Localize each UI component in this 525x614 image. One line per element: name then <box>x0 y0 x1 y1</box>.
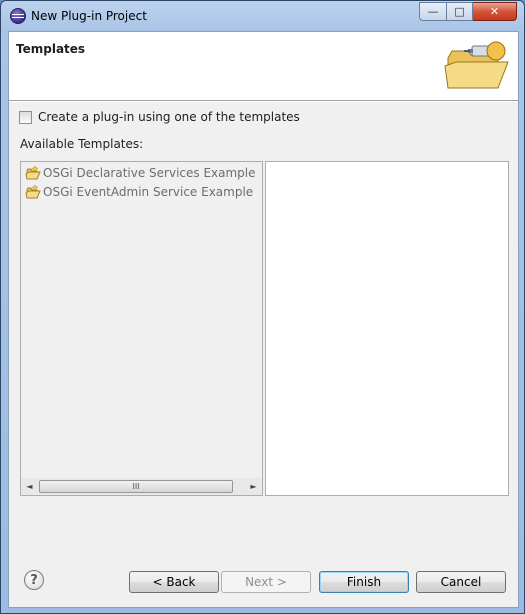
list-item: OSGi EventAdmin Service Example <box>25 183 253 201</box>
template-icon <box>25 165 41 180</box>
template-description-panel <box>265 161 509 496</box>
window-title: New Plug-in Project <box>31 9 147 23</box>
wizard-banner: Templates <box>9 32 518 101</box>
help-icon[interactable]: ? <box>24 570 44 590</box>
scroll-thumb[interactable]: III <box>39 480 233 493</box>
template-icon <box>25 184 41 199</box>
use-template-checkbox[interactable] <box>19 110 32 124</box>
next-button[interactable]: Next > <box>221 571 311 593</box>
template-label: OSGi Declarative Services Example <box>43 166 256 180</box>
scroll-right-icon[interactable]: ► <box>247 480 260 493</box>
horizontal-scrollbar[interactable]: ◄ III ► <box>21 478 262 495</box>
template-list[interactable]: OSGi Declarative Services Example OSGi E… <box>20 161 263 496</box>
available-templates-label: Available Templates: <box>20 137 144 151</box>
scroll-left-icon[interactable]: ◄ <box>23 480 36 493</box>
scroll-grip-icon: III <box>132 482 140 491</box>
finish-button[interactable]: Finish <box>319 571 409 593</box>
wizard-window: New Plug-in Project — □ ✕ Templates Crea… <box>0 0 525 614</box>
use-template-option[interactable]: Create a plug-in using one of the templa… <box>19 110 300 124</box>
template-label: OSGi EventAdmin Service Example <box>43 185 254 199</box>
maximize-button[interactable]: □ <box>447 2 473 21</box>
plugin-folder-wizard-icon <box>444 41 509 89</box>
dialog-content: Templates Create a plug-in using one of … <box>8 31 519 608</box>
window-controls: — □ ✕ <box>419 2 517 21</box>
close-button[interactable]: ✕ <box>473 2 517 21</box>
minimize-button[interactable]: — <box>419 2 447 21</box>
back-button[interactable]: < Back <box>129 571 219 593</box>
title-bar[interactable]: New Plug-in Project — □ ✕ <box>1 1 524 31</box>
cancel-button[interactable]: Cancel <box>416 571 506 593</box>
use-template-label[interactable]: Create a plug-in using one of the templa… <box>38 110 300 124</box>
eclipse-icon <box>10 8 26 24</box>
banner-separator <box>9 101 518 102</box>
page-title: Templates <box>16 42 86 56</box>
list-item: OSGi Declarative Services Example <box>25 164 256 182</box>
